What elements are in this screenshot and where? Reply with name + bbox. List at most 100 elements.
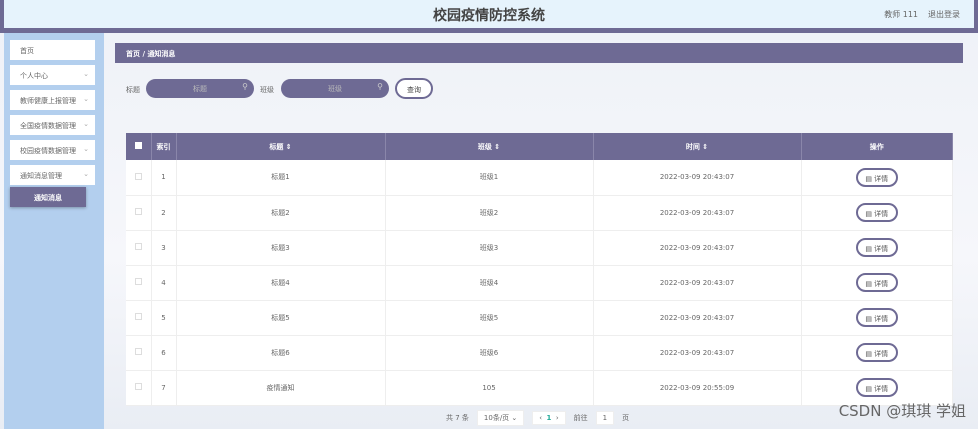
cell-time: 2022-03-09 20:43:07 [593,335,802,371]
query-button[interactable]: 查询 [395,78,433,99]
cell-title: 标题2 [176,195,386,231]
prev-page-button[interactable]: ‹ [539,414,542,422]
document-icon: ▤ [865,210,872,218]
detail-label: 详情 [874,315,889,323]
chevron-down-icon: ⌄ [83,170,89,178]
detail-button[interactable]: ▤ 详情 [855,378,898,397]
class-search-input[interactable]: 班级 ⚲ [281,79,389,98]
row-select[interactable] [126,300,152,336]
chevron-down-icon: ⌄ [83,70,89,78]
watermark: CSDN @琪琪 学姐 [838,402,966,420]
row-checkbox[interactable] [134,348,142,355]
detail-label: 详情 [874,350,889,358]
sidebar-item-label: 个人中心 [20,72,48,80]
cell-title: 疫情通知 [176,370,386,406]
cell-class: 班级2 [385,195,594,231]
sidebar-item-label: 首页 [20,47,34,55]
sidebar-item[interactable]: 校园疫情数据管理 ⌄ [10,140,95,160]
table-row: 7 疫情通知 105 2022-03-09 20:55:09 ▤ 详情 [126,370,953,406]
detail-button[interactable]: ▤ 详情 [855,167,898,187]
cell-index: 1 [151,160,177,196]
detail-label: 详情 [874,280,889,288]
table-row: 4 标题4 班级4 2022-03-09 20:43:07 ▤ 详情 [126,265,953,301]
cell-action: ▤ 详情 [801,160,953,196]
cell-class: 班级4 [385,265,594,301]
select-all-header[interactable] [126,133,152,160]
cell-index: 6 [151,335,177,371]
cell-time: 2022-03-09 20:43:07 [593,230,802,266]
table-row: 3 标题3 班级3 2022-03-09 20:43:07 ▤ 详情 [126,230,953,266]
sidebar-item[interactable]: 全国疫情数据管理 ⌄ [10,115,95,135]
cell-action: ▤ 详情 [801,230,953,266]
user-name: 教师 111 [884,10,918,19]
row-select[interactable] [126,335,152,371]
sidebar-item-label: 校园疫情数据管理 [20,147,76,155]
logout-link[interactable]: 退出登录 [928,10,960,19]
chevron-down-icon: ⌄ [83,145,89,153]
app-title: 校园疫情防控系统 [433,8,545,24]
cell-class: 班级5 [385,300,594,336]
pagination: 共 7 条 10条/页 ⌄ ‹ 1 › 前往 1 页 [446,410,629,426]
sidebar-item[interactable]: 通知消息管理 ⌄ [10,165,95,185]
notice-table: 索引 标题 ⇕ 班级 ⇕ 时间 ⇕ 操作 1 标题1 班级1 2022-03-0… [126,133,953,406]
detail-button[interactable]: ▤ 详情 [855,238,898,257]
table-row: 1 标题1 班级1 2022-03-09 20:43:07 ▤ 详情 [126,160,953,196]
title-search-input[interactable]: 标题 ⚲ [146,79,254,98]
current-page[interactable]: 1 [547,414,552,422]
select-all-checkbox[interactable] [134,142,142,149]
goto-page-input[interactable]: 1 [595,411,615,425]
breadcrumb-home[interactable]: 首页 [126,50,140,58]
row-checkbox[interactable] [134,243,142,250]
search-icon: ⚲ [242,82,248,91]
title-label: 标题 [126,86,140,94]
search-icon: ⚲ [377,82,383,91]
row-checkbox[interactable] [134,172,142,180]
cell-class: 班级6 [385,335,594,371]
row-checkbox[interactable] [134,383,142,390]
detail-button[interactable]: ▤ 详情 [855,203,898,222]
col-class[interactable]: 班级 ⇕ [385,133,594,160]
cell-time: 2022-03-09 20:43:07 [593,300,802,336]
row-select[interactable] [126,160,152,196]
sidebar-item[interactable]: 个人中心 ⌄ [10,65,95,85]
row-checkbox[interactable] [134,313,142,320]
row-checkbox[interactable] [134,208,142,215]
next-page-button[interactable]: › [556,414,559,422]
document-icon: ▤ [865,385,872,393]
detail-button[interactable]: ▤ 详情 [855,308,898,327]
title-placeholder: 标题 [193,85,207,93]
page-size-select[interactable]: 10条/页 ⌄ [476,410,525,426]
row-select[interactable] [126,230,152,266]
col-time[interactable]: 时间 ⇕ [593,133,802,160]
detail-button[interactable]: ▤ 详情 [855,343,898,362]
col-title[interactable]: 标题 ⇕ [176,133,386,160]
detail-label: 详情 [874,245,889,253]
sidebar-subitem-notice[interactable]: 通知消息 [10,187,86,207]
cell-title: 标题3 [176,230,386,266]
table-row: 2 标题2 班级2 2022-03-09 20:43:07 ▤ 详情 [126,195,953,231]
row-checkbox[interactable] [134,278,142,285]
cell-index: 4 [151,265,177,301]
chevron-down-icon: ⌄ [83,95,89,103]
detail-button[interactable]: ▤ 详情 [855,273,898,292]
cell-index: 5 [151,300,177,336]
sidebar-item[interactable]: 教师健康上报管理 ⌄ [10,90,95,110]
page-size-value: 10条/页 [483,414,510,422]
sidebar-item-label: 全国疫情数据管理 [20,122,76,130]
class-placeholder: 班级 [328,85,342,93]
cell-time: 2022-03-09 20:43:07 [593,265,802,301]
detail-label: 详情 [874,210,889,218]
row-select[interactable] [126,195,152,231]
table-row: 6 标题6 班级6 2022-03-09 20:43:07 ▤ 详情 [126,335,953,371]
breadcrumb: 首页 / 通知消息 [115,43,963,63]
sidebar-item[interactable]: 首页 [10,40,95,60]
cell-index: 7 [151,370,177,406]
col-action: 操作 [801,133,953,160]
top-header: 校园疫情防控系统 教师 111 退出登录 [0,0,978,33]
cell-class: 班级3 [385,230,594,266]
document-icon: ▤ [865,315,872,323]
row-select[interactable] [126,265,152,301]
document-icon: ▤ [865,174,872,183]
row-select[interactable] [126,370,152,406]
goto-label: 前往 [573,414,588,422]
